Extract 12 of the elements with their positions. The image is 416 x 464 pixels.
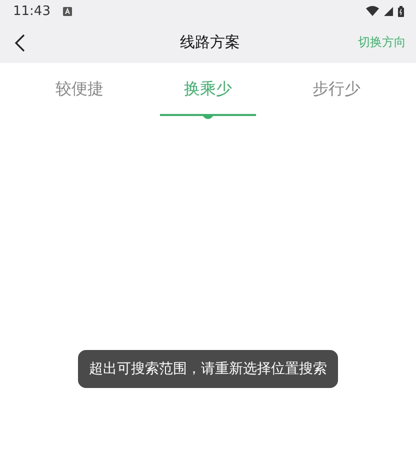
route-tab[interactable]: 换乘少: [160, 63, 256, 120]
switch-direction-link[interactable]: 切换方向: [358, 34, 406, 51]
route-tab[interactable]: 较便捷: [31, 63, 128, 120]
signal-icon: [384, 6, 393, 16]
notification-icon: [63, 6, 72, 16]
status-time: 11:43: [13, 4, 50, 18]
page-title: 线路方案: [180, 33, 240, 52]
back-icon[interactable]: [14, 34, 26, 52]
route-tab[interactable]: 步行少: [288, 63, 385, 120]
toast-message: 超出可搜索范围，请重新选择位置搜索: [78, 350, 338, 388]
wifi-icon: [366, 6, 379, 16]
battery-icon: [398, 6, 404, 16]
